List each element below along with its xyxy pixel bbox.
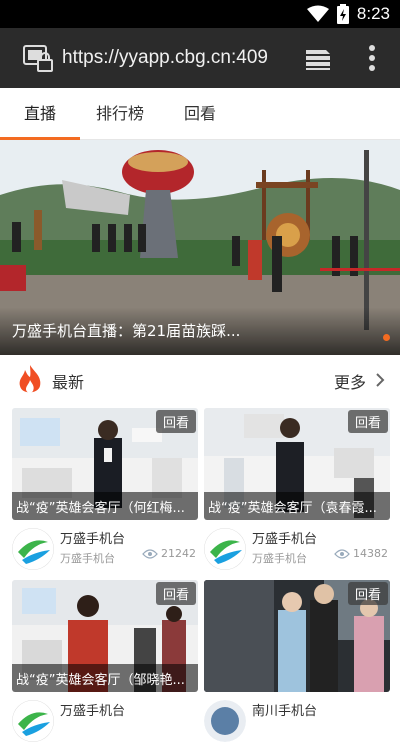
live-banner[interactable]: 万盛手机台直播：第21届苗族踩... (0, 140, 400, 355)
channel-avatar[interactable] (204, 700, 246, 742)
replay-badge: 回看 (155, 410, 196, 433)
overflow-menu-icon[interactable] (362, 42, 382, 74)
more-link[interactable]: 更多 (334, 369, 366, 393)
card-meta: 南川手机台 (204, 692, 390, 742)
url-field[interactable]: https://yyapp.cbg.cn:409 (62, 47, 284, 69)
banner-title: 万盛手机台直播：第21届苗族踩... (12, 322, 241, 340)
thumbnail-caption: 战“疫”英雄会客厅（袁春霞... (204, 492, 390, 520)
channel-name[interactable]: 万盛手机台 (60, 528, 125, 547)
tab-live[interactable]: 直播 (0, 88, 80, 140)
status-bar: 8:23 (0, 0, 400, 28)
video-title: 战“疫”英雄会客厅（袁春霞... (208, 501, 377, 516)
address-bar: https://yyapp.cbg.cn:409 (0, 28, 400, 88)
tabs-icon[interactable] (302, 42, 334, 74)
channel-subtitle: 万盛手机台 (252, 552, 307, 565)
card-meta: 万盛手机台 万盛手机台 14382 (204, 520, 390, 570)
video-title: 战“疫”英雄会客厅（邹晓艳... (16, 673, 185, 688)
thumbnail-caption: 战“疫”英雄会客厅（何红梅... (12, 492, 198, 520)
view-count: 14382 (334, 547, 388, 560)
clock: 8:23 (356, 4, 390, 23)
channel-avatar[interactable] (12, 528, 54, 570)
site-info-icon[interactable] (22, 42, 54, 74)
video-thumbnail: 回看 战“疫”英雄会客厅（何红梅... (12, 408, 198, 520)
wifi-icon (306, 5, 329, 22)
channel-avatar[interactable] (204, 528, 246, 570)
video-thumbnail: 回看 (204, 580, 390, 692)
card-meta: 万盛手机台 (12, 692, 198, 742)
chevron-right-icon[interactable] (374, 372, 386, 388)
eye-icon (142, 548, 158, 559)
battery-icon (336, 4, 349, 24)
card-meta: 万盛手机台 万盛手机台 21242 (12, 520, 198, 570)
carousel-indicator (383, 334, 390, 341)
tab-ranking[interactable]: 排行榜 (82, 88, 158, 140)
fire-icon (19, 365, 41, 393)
video-title: 战“疫”英雄会客厅（何红梅... (16, 501, 185, 516)
eye-icon (334, 548, 350, 559)
view-count: 21242 (142, 547, 196, 560)
latest-section-header: 最新 更多 (0, 355, 400, 405)
channel-name[interactable]: 万盛手机台 (252, 528, 317, 547)
tab-bar: 直播 排行榜 回看 (0, 88, 400, 140)
view-count-value: 14382 (353, 547, 388, 560)
video-card[interactable]: 回看 战“疫”英雄会客厅（袁春霞... 万盛手机台 万盛手机台 14382 (204, 408, 390, 570)
section-title: 最新 (52, 373, 85, 392)
video-card[interactable]: 回看 战“疫”英雄会客厅（何红梅... 万盛手机台 万盛手机台 21242 (12, 408, 198, 570)
video-thumbnail: 回看 战“疫”英雄会客厅（邹晓艳... (12, 580, 198, 692)
tab-replay[interactable]: 回看 (162, 88, 238, 140)
replay-badge: 回看 (347, 410, 388, 433)
replay-badge: 回看 (155, 582, 196, 605)
thumbnail-caption: 战“疫”英雄会客厅（邹晓艳... (12, 664, 198, 692)
banner-caption-overlay: 万盛手机台直播：第21届苗族踩... (0, 307, 400, 355)
replay-badge: 回看 (347, 582, 388, 605)
view-count-value: 21242 (161, 547, 196, 560)
video-card[interactable]: 回看 南川手机台 (204, 580, 390, 742)
channel-subtitle: 万盛手机台 (60, 552, 115, 565)
video-card[interactable]: 回看 战“疫”英雄会客厅（邹晓艳... 万盛手机台 (12, 580, 198, 742)
video-thumbnail: 回看 战“疫”英雄会客厅（袁春霞... (204, 408, 390, 520)
channel-avatar[interactable] (12, 700, 54, 742)
